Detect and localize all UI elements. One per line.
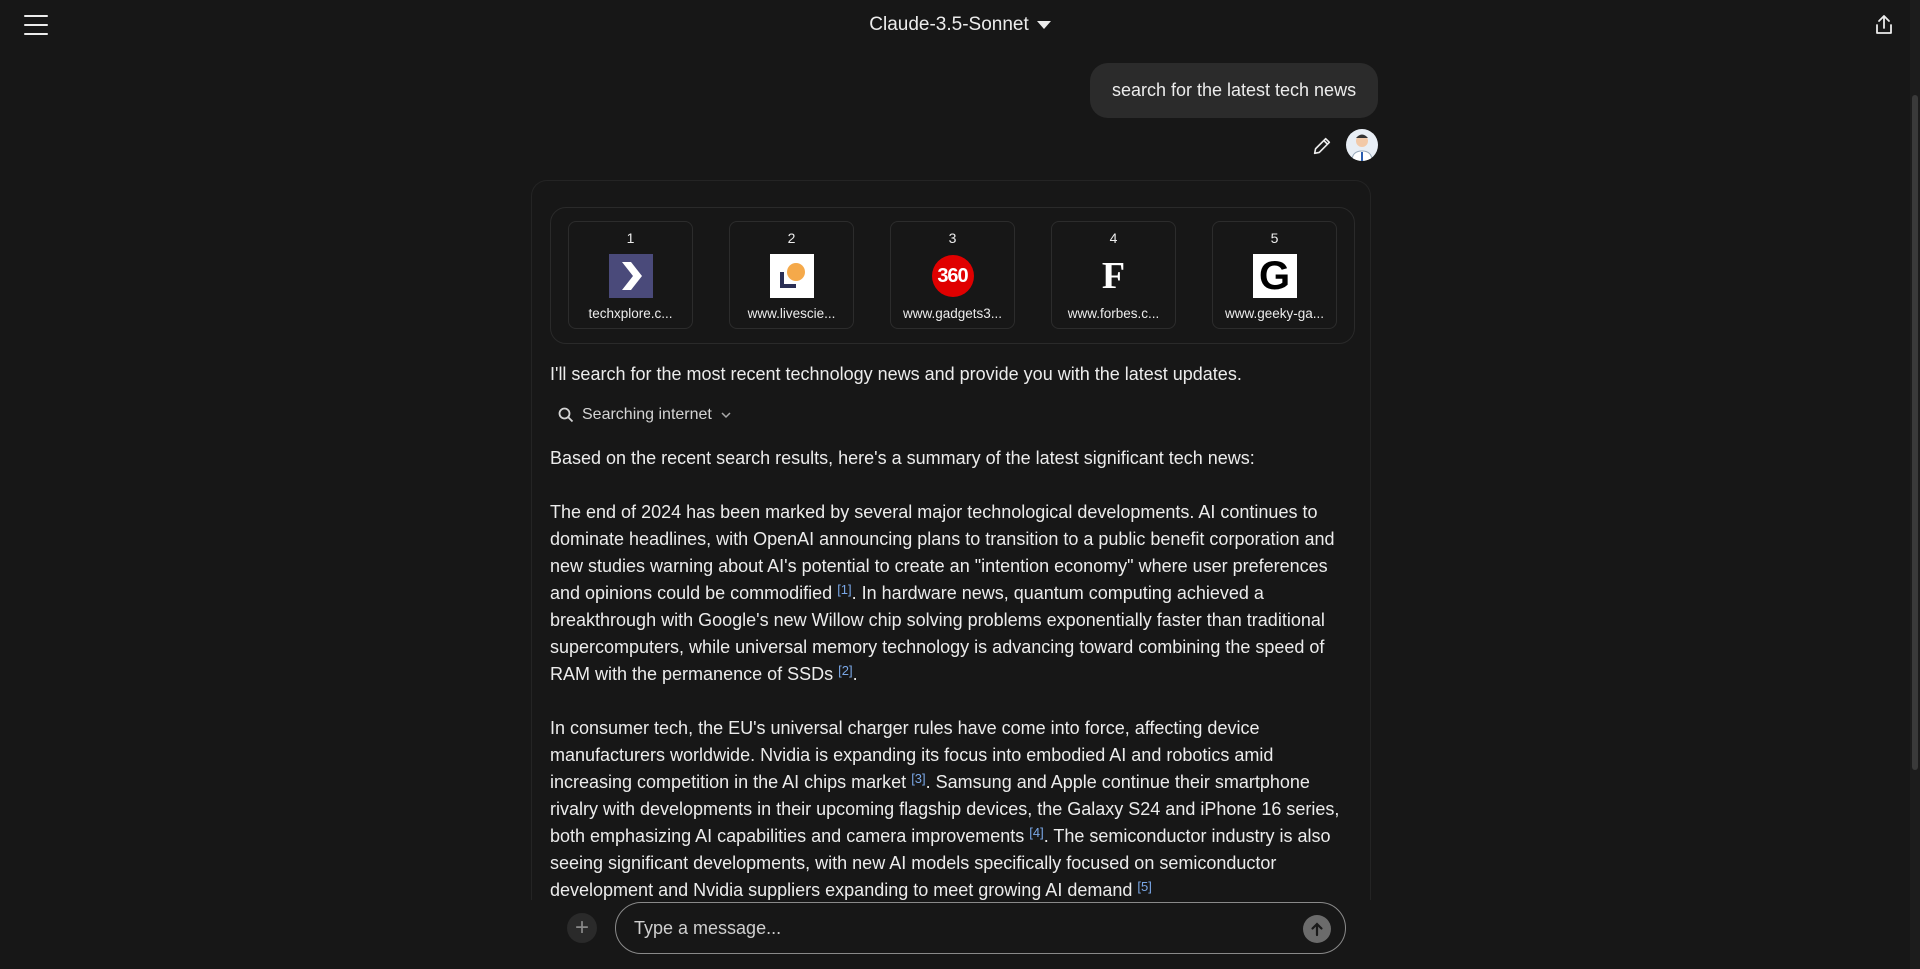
message-input[interactable] xyxy=(634,903,1254,953)
avatar[interactable] xyxy=(1346,129,1378,161)
scrollbar[interactable] xyxy=(1910,0,1920,969)
source-card[interactable]: 5 G www.geeky-ga... xyxy=(1212,221,1337,329)
chevron-down-icon xyxy=(721,411,731,418)
message-input-container xyxy=(615,902,1346,954)
citation-link[interactable]: [1] xyxy=(837,582,851,597)
source-number: 1 xyxy=(626,230,635,246)
search-icon xyxy=(558,407,574,422)
assistant-text: I'll search for the most recent technolo… xyxy=(550,361,1360,900)
source-url: www.livescie... xyxy=(747,306,836,321)
sources-panel: 1 techxplore.c... 2 www.livescie... 3 36… xyxy=(550,207,1355,344)
source-card[interactable]: 3 360 www.gadgets3... xyxy=(890,221,1015,329)
assistant-message: 1 techxplore.c... 2 www.livescie... 3 36… xyxy=(531,180,1371,900)
source-card[interactable]: 4 F www.forbes.c... xyxy=(1051,221,1176,329)
citation-link[interactable]: [5] xyxy=(1137,879,1151,894)
source-card[interactable]: 2 www.livescie... xyxy=(729,221,854,329)
source-number: 4 xyxy=(1109,230,1118,246)
paragraph-2: In consumer tech, the EU's universal cha… xyxy=(550,718,1340,900)
paragraph-1: The end of 2024 has been marked by sever… xyxy=(550,502,1335,684)
geeky-gadgets-logo-icon: G xyxy=(1252,254,1297,298)
intro-text: I'll search for the most recent technolo… xyxy=(550,364,1242,384)
model-name: Claude-3.5-Sonnet xyxy=(869,14,1029,35)
source-url: techxplore.c... xyxy=(588,306,673,321)
source-url: www.gadgets3... xyxy=(902,306,1003,321)
techxplore-logo-icon xyxy=(608,254,653,298)
source-url: www.forbes.c... xyxy=(1067,306,1160,321)
searching-label: Searching internet xyxy=(582,406,712,423)
source-number: 2 xyxy=(787,230,796,246)
source-number: 5 xyxy=(1270,230,1279,246)
header: Claude-3.5-Sonnet xyxy=(0,0,1920,52)
scrollbar-thumb[interactable] xyxy=(1912,95,1918,770)
edit-pencil-icon[interactable] xyxy=(1311,135,1333,157)
source-number: 3 xyxy=(948,230,957,246)
share-icon[interactable] xyxy=(1872,13,1896,37)
livescience-logo-icon xyxy=(769,254,814,298)
model-selector[interactable]: Claude-3.5-Sonnet xyxy=(0,14,1920,36)
citation-link[interactable]: [3] xyxy=(911,771,925,786)
user-message: search for the latest tech news xyxy=(1090,63,1378,118)
arrow-up-icon xyxy=(1311,922,1323,937)
add-attachment-button[interactable]: + xyxy=(567,913,597,943)
citation-link[interactable]: [2] xyxy=(838,663,852,678)
caret-down-icon xyxy=(1036,20,1051,29)
forbes-logo-icon: F xyxy=(1101,255,1126,297)
gadgets360-logo-icon: 360 xyxy=(931,254,975,298)
source-url: www.geeky-ga... xyxy=(1224,306,1325,321)
summary-intro: Based on the recent search results, here… xyxy=(550,448,1255,468)
searching-internet-toggle[interactable]: Searching internet xyxy=(558,401,1360,428)
source-card[interactable]: 1 techxplore.c... xyxy=(568,221,693,329)
send-button[interactable] xyxy=(1303,915,1331,943)
citation-link[interactable]: [4] xyxy=(1029,825,1043,840)
